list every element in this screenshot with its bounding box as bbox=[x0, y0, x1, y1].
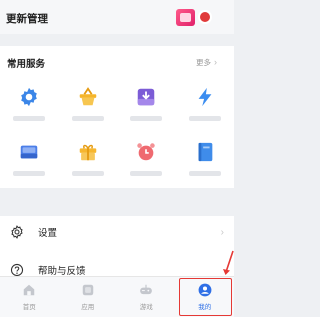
service-item[interactable] bbox=[0, 86, 59, 121]
gear-icon bbox=[21, 87, 38, 107]
gift-icon bbox=[79, 144, 96, 161]
pointer-arrow-icon bbox=[223, 250, 234, 275]
gamepad-icon bbox=[140, 284, 153, 295]
top-bar: 更新管理 bbox=[0, 0, 234, 34]
book-icon bbox=[198, 142, 213, 162]
service-item[interactable] bbox=[59, 141, 118, 176]
tab-profile[interactable]: 我的 bbox=[176, 277, 235, 317]
home-icon bbox=[24, 284, 35, 296]
tray-icon bbox=[21, 145, 38, 159]
tab-label: 游戏 bbox=[139, 304, 153, 311]
lightning-icon bbox=[198, 87, 212, 107]
tab-label: 我的 bbox=[198, 304, 212, 311]
service-item[interactable] bbox=[176, 141, 235, 176]
chevron-right-icon: › bbox=[214, 57, 217, 67]
apps-icon bbox=[82, 284, 93, 296]
tab-apps[interactable]: 应用 bbox=[59, 277, 118, 317]
service-label bbox=[188, 116, 221, 121]
service-label bbox=[13, 116, 46, 121]
chevron-right-icon: › bbox=[220, 226, 224, 238]
service-label bbox=[188, 171, 221, 176]
service-label bbox=[130, 116, 163, 121]
common-services-card: 常用服务 更多 › bbox=[0, 46, 234, 188]
service-item[interactable] bbox=[0, 141, 59, 176]
settings-label: 设置 bbox=[38, 228, 58, 239]
services-title: 常用服务 bbox=[7, 59, 46, 70]
settings-row[interactable]: 设置 › bbox=[0, 216, 234, 248]
tab-label: 首页 bbox=[22, 304, 36, 311]
promo-badge-icon[interactable] bbox=[176, 9, 195, 26]
bottom-navigation: 首页 应用 游戏 我的 bbox=[0, 276, 234, 317]
tab-home[interactable]: 首页 bbox=[0, 277, 59, 317]
notification-badge-icon[interactable] bbox=[198, 10, 212, 24]
tab-label: 应用 bbox=[81, 304, 95, 311]
page-title: 更新管理 bbox=[6, 13, 48, 25]
service-label bbox=[13, 171, 46, 176]
service-label bbox=[71, 171, 104, 176]
service-item[interactable] bbox=[117, 86, 176, 121]
help-icon bbox=[10, 263, 24, 277]
profile-icon bbox=[198, 283, 212, 297]
tab-games[interactable]: 游戏 bbox=[117, 277, 176, 317]
settings-icon bbox=[11, 225, 23, 239]
basket-icon bbox=[79, 87, 96, 106]
download-box-icon bbox=[138, 88, 155, 106]
alarm-icon bbox=[137, 143, 155, 161]
service-item[interactable] bbox=[59, 86, 118, 121]
service-label bbox=[71, 116, 104, 121]
more-label: 更多 bbox=[196, 58, 211, 67]
services-grid bbox=[0, 86, 234, 176]
service-item[interactable] bbox=[117, 141, 176, 176]
service-label bbox=[130, 171, 163, 176]
more-link[interactable]: 更多 › bbox=[196, 57, 217, 68]
help-feedback-label: 帮助与反馈 bbox=[38, 266, 86, 277]
service-item[interactable] bbox=[176, 86, 235, 121]
